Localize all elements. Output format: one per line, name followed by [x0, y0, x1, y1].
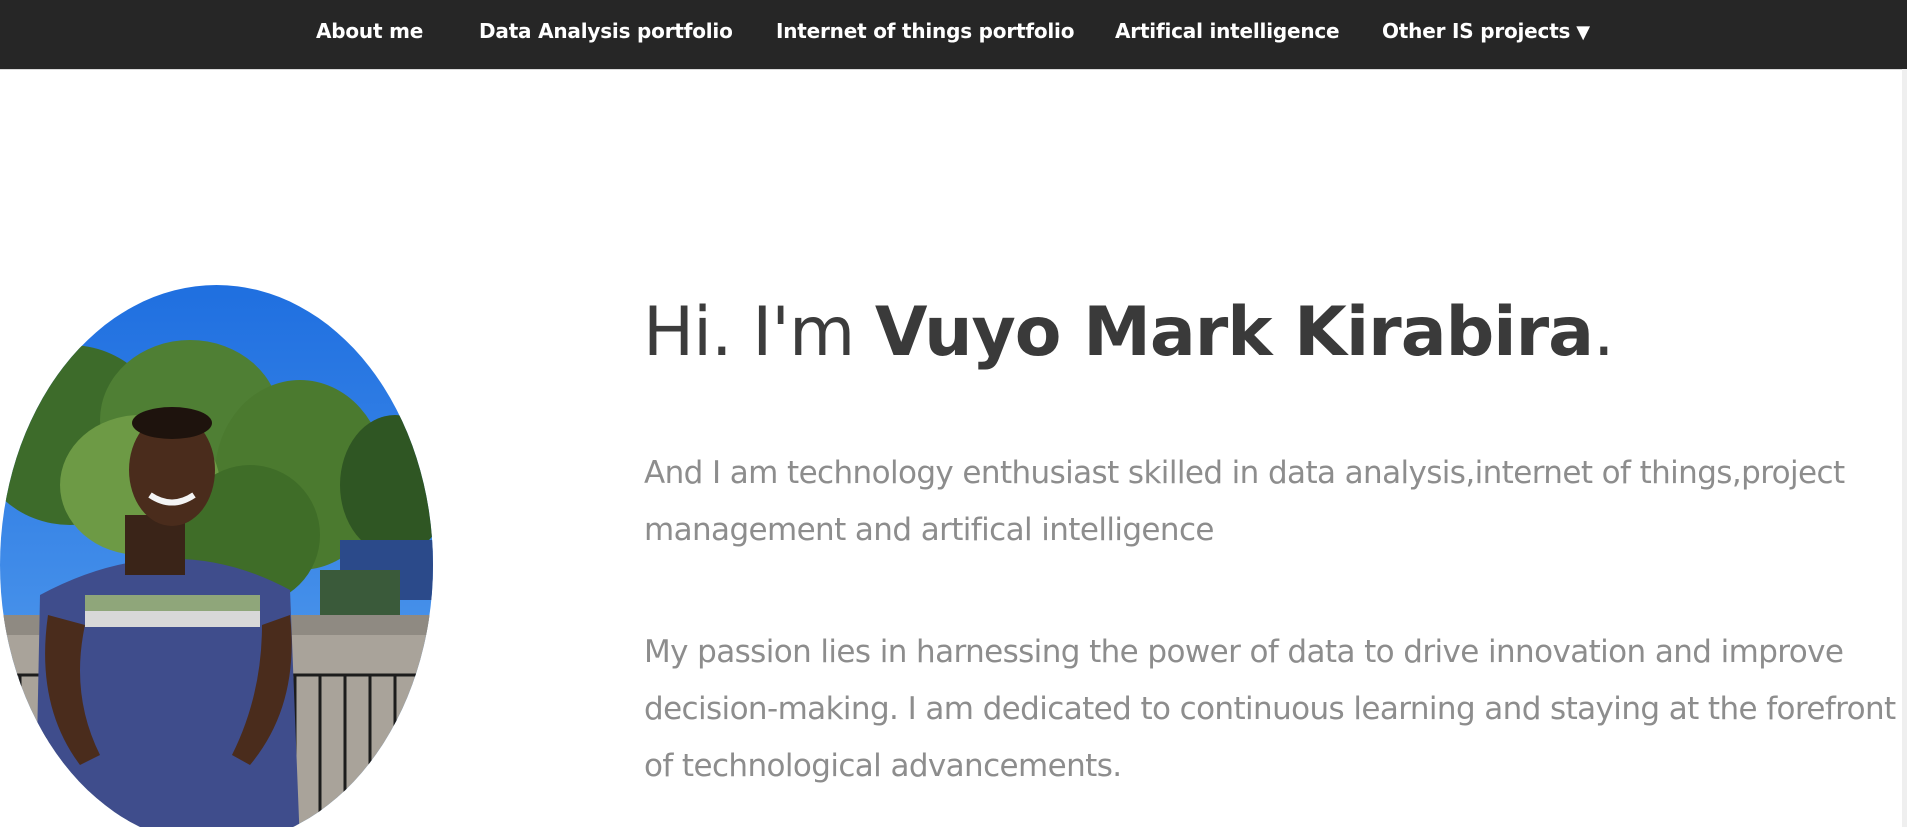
hero-greeting: Hi. I'm: [643, 293, 875, 372]
nav-item-internet-of-things-portfolio[interactable]: Internet of things portfolio: [776, 0, 1074, 63]
profile-photo: [0, 285, 433, 827]
nav-item-about-me[interactable]: About me: [316, 0, 423, 63]
passion-paragraph: My passion lies in harnessing the power …: [644, 634, 1896, 784]
chevron-down-icon: ▼: [1576, 22, 1590, 43]
hero-name: Vuyo Mark Kirabira: [874, 293, 1594, 372]
top-navigation-bar: About me Data Analysis portfolio Interne…: [0, 0, 1902, 70]
hero-period: .: [1593, 293, 1615, 372]
nav-item-data-analysis-portfolio[interactable]: Data Analysis portfolio: [479, 0, 733, 63]
nav-item-other-is-projects-label: Other IS projects: [1382, 19, 1571, 43]
page: About me Data Analysis portfolio Interne…: [0, 0, 1907, 827]
hero-heading: Hi. I'm Vuyo Mark Kirabira.: [643, 285, 1843, 380]
nav-item-artifical-intelligence[interactable]: Artifical intelligence: [1115, 0, 1340, 63]
nav-item-other-is-projects[interactable]: Other IS projects ▼: [1382, 0, 1590, 63]
scrollbar-thumb[interactable]: [1902, 0, 1907, 69]
intro-paragraph: And I am technology enthusiast skilled i…: [644, 455, 1845, 548]
